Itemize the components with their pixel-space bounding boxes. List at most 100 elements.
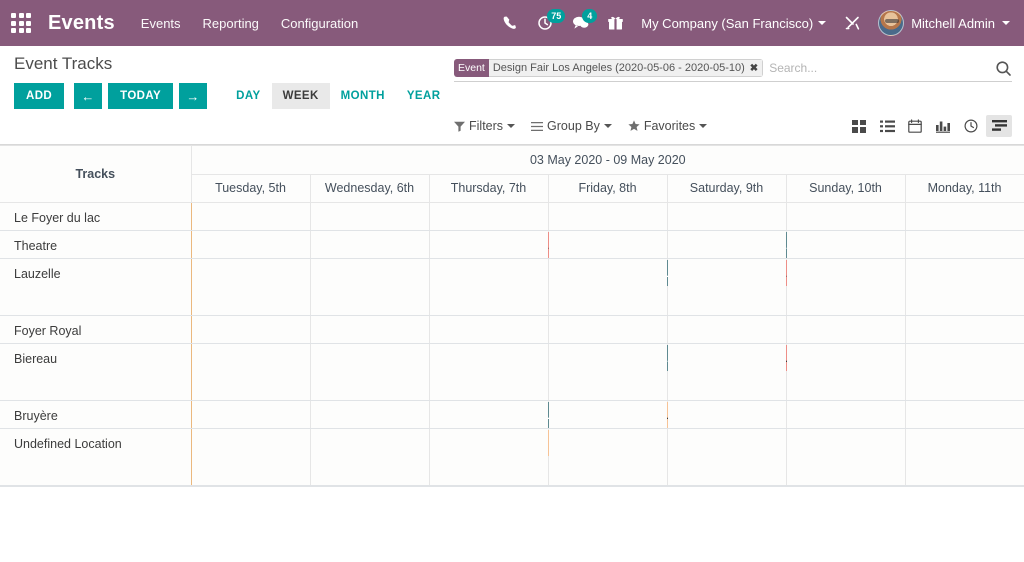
gantt-day-cell[interactable] — [548, 343, 667, 400]
gantt-day-cell[interactable] — [667, 230, 786, 258]
scale-week-button[interactable]: WEEK — [272, 83, 330, 109]
gantt-day-cell[interactable] — [786, 258, 905, 315]
activity-clock-icon[interactable]: 75 — [536, 14, 554, 32]
gantt-day-cell[interactable]: House of ...Minimal b...How to o...My Co… — [191, 315, 310, 343]
graph-view-icon[interactable] — [930, 115, 956, 137]
gantt-day-cell[interactable] — [905, 202, 1024, 230]
gantt-day-cell[interactable] — [905, 428, 1024, 485]
gantt-day-cell[interactable] — [786, 202, 905, 230]
gantt-day-cell[interactable] — [667, 400, 786, 428]
messages-icon[interactable]: 4 — [571, 14, 589, 32]
close-icon[interactable]: ✖ — [750, 63, 758, 74]
gantt-day-cell[interactable]: How to in...The new ...Detailed r...Adva… — [191, 202, 310, 230]
gantt-day-cell[interactable] — [667, 315, 786, 343]
search-bar[interactable]: Event Design Fair Los Angeles (2020-05-0… — [454, 56, 1012, 82]
search-facet-value: Design Fair Los Angeles (2020-05-06 - 20… — [493, 62, 745, 74]
calendar-view-icon[interactable] — [902, 115, 928, 137]
phone-icon[interactable] — [501, 14, 519, 32]
gantt-day-cell[interactable] — [905, 258, 1024, 315]
gantt-day-cell[interactable] — [905, 230, 1024, 258]
gantt-day-cell[interactable] — [905, 400, 1024, 428]
gantt-day-cell[interactable] — [310, 400, 429, 428]
gantt-day-cell[interactable]: LunchHow to d...The new ...Status & ...H… — [191, 428, 310, 485]
gantt-day-cell[interactable] — [786, 230, 905, 258]
filters-label: Filters — [469, 119, 503, 133]
gantt-day-cell[interactable] — [548, 230, 667, 258]
message-count-badge: 4 — [582, 9, 597, 23]
gantt-day-cell[interactable] — [429, 343, 548, 400]
gantt-day-cell[interactable] — [310, 202, 429, 230]
gantt-day-cell[interactable] — [429, 400, 548, 428]
chevron-down-icon — [818, 21, 826, 25]
day-column-header[interactable]: Saturday, 9th — [667, 174, 786, 202]
gantt-day-cell[interactable] — [548, 428, 667, 485]
gantt-day-cell[interactable] — [429, 230, 548, 258]
gantt-day-cell[interactable] — [905, 343, 1024, 400]
day-column-header[interactable]: Friday, 8th — [548, 174, 667, 202]
wrench-screwdriver-icon[interactable] — [843, 14, 861, 32]
menu-item-reporting[interactable]: Reporting — [203, 16, 259, 31]
gantt-day-cell[interactable] — [310, 343, 429, 400]
gantt-day-cell[interactable] — [548, 400, 667, 428]
search-icon[interactable] — [989, 60, 1012, 77]
gantt-day-cell[interactable]: The new ...Design co...Discover ...How t… — [191, 400, 310, 428]
gantt-day-cell[interactable] — [667, 343, 786, 400]
gantt-day-cell[interactable]: How to b...New Certi...Key Succ...Raisin… — [191, 343, 310, 400]
gantt-day-cell[interactable] — [905, 315, 1024, 343]
day-column-header[interactable]: Tuesday, 5th — [191, 174, 310, 202]
gantt-day-cell[interactable] — [429, 258, 548, 315]
gantt-day-cell[interactable] — [667, 202, 786, 230]
menu-item-configuration[interactable]: Configuration — [281, 16, 358, 31]
gantt-day-cell[interactable] — [786, 315, 905, 343]
gantt-day-cell[interactable] — [548, 315, 667, 343]
gantt-track-row: BiereauHow to b...New Certi...Key Succ..… — [0, 343, 1024, 400]
company-selector[interactable]: My Company (San Francisco) — [641, 16, 826, 31]
gantt-day-cell[interactable] — [548, 258, 667, 315]
today-button[interactable]: TODAY — [108, 83, 173, 109]
prev-period-button[interactable]: ← — [74, 83, 102, 109]
gantt-day-cell[interactable] — [310, 428, 429, 485]
gantt-day-cell[interactable] — [667, 428, 786, 485]
kanban-view-icon[interactable] — [846, 115, 872, 137]
gantt-day-cell[interactable] — [667, 258, 786, 315]
gantt-day-cell[interactable] — [429, 202, 548, 230]
user-menu[interactable]: Mitchell Admin — [878, 10, 1010, 36]
search-input[interactable] — [763, 61, 989, 75]
gantt-day-cell[interactable]: Morning ...How to d...How to d...Morning… — [191, 230, 310, 258]
list-view-icon[interactable] — [874, 115, 900, 137]
day-column-header[interactable]: Wednesday, 6th — [310, 174, 429, 202]
gantt-day-cell[interactable] — [310, 230, 429, 258]
gantt-day-cell[interactable] — [429, 428, 548, 485]
scale-month-button[interactable]: MONTH — [330, 83, 396, 109]
chevron-down-icon — [507, 124, 515, 128]
add-button[interactable]: ADD — [14, 83, 64, 109]
scale-year-button[interactable]: YEAR — [396, 83, 452, 109]
day-column-header[interactable]: Sunday, 10th — [786, 174, 905, 202]
favorites-dropdown[interactable]: Favorites — [628, 119, 707, 133]
search-facet-event[interactable]: Event Design Fair Los Angeles (2020-05-0… — [454, 59, 763, 77]
filters-dropdown[interactable]: Filters — [454, 119, 515, 133]
track-row-label: Lauzelle — [0, 258, 191, 315]
gantt-day-cell[interactable] — [786, 428, 905, 485]
groupby-dropdown[interactable]: Group By — [531, 119, 612, 133]
apps-grid-icon[interactable] — [8, 10, 34, 36]
gantt-track-row: TheatreMorning ...How to d...How to d...… — [0, 230, 1024, 258]
track-row-label: Biereau — [0, 343, 191, 400]
next-period-button[interactable]: → — [179, 83, 207, 109]
day-column-header[interactable]: Thursday, 7th — [429, 174, 548, 202]
groupby-label: Group By — [547, 119, 600, 133]
gantt-day-cell[interactable]: A technic...Portfolio ...How to c...How … — [191, 258, 310, 315]
gantt-day-cell[interactable] — [786, 343, 905, 400]
scale-day-button[interactable]: DAY — [225, 83, 271, 109]
menu-item-events[interactable]: Events — [141, 16, 181, 31]
gantt-day-cell[interactable] — [548, 202, 667, 230]
gantt-day-cell[interactable] — [310, 315, 429, 343]
gantt-view-icon[interactable] — [986, 115, 1012, 137]
gantt-day-cell[interactable] — [429, 315, 548, 343]
gift-icon[interactable] — [606, 14, 624, 32]
activity-view-icon[interactable] — [958, 115, 984, 137]
day-column-header[interactable]: Monday, 11th — [905, 174, 1024, 202]
gantt-day-cell[interactable] — [310, 258, 429, 315]
search-facet-key: Event — [454, 59, 489, 77]
gantt-day-cell[interactable] — [786, 400, 905, 428]
